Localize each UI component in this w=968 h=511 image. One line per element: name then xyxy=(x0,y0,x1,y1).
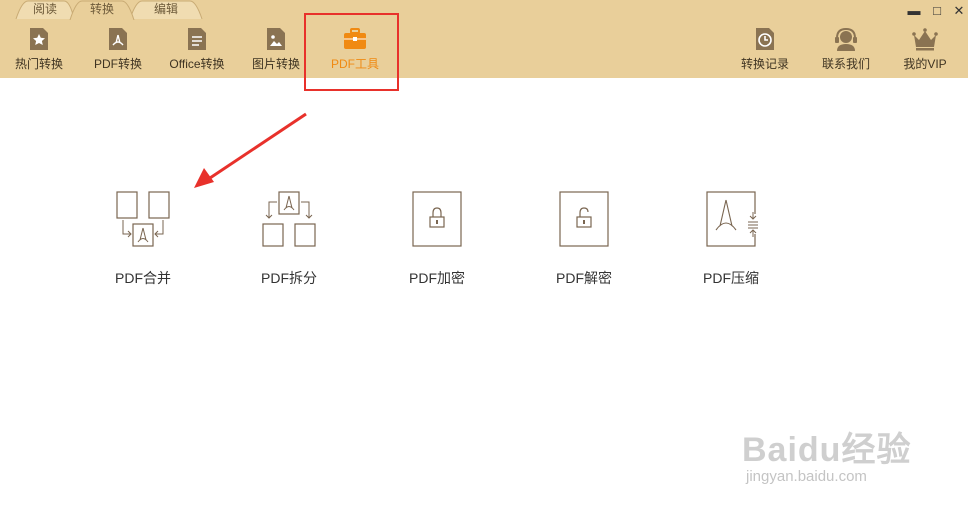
annotation-highlight-box xyxy=(304,13,399,91)
tab-read[interactable]: 阅读 xyxy=(14,0,76,19)
merge-pdf-icon xyxy=(116,191,170,247)
star-doc-icon xyxy=(30,28,48,50)
headset-icon xyxy=(835,27,857,51)
lock-pdf-icon xyxy=(412,191,462,247)
tab-convert[interactable]: 转换 xyxy=(68,0,136,20)
baidu-jingyan-watermark: Baidu经验 jingyan.baidu.com xyxy=(742,431,912,485)
compress-pdf-icon xyxy=(706,191,759,247)
close-button[interactable]: ✕ xyxy=(950,3,968,19)
feature-pdf-encrypt[interactable]: PDF加密 xyxy=(387,188,487,288)
office-doc-icon xyxy=(188,28,206,50)
tool-hot-convert[interactable]: 热门转换 xyxy=(5,26,73,72)
top-toolbar: 阅读 编辑 转换 ▬ □ ✕ 热门转换 PDF转换 Office转换 图片转换 … xyxy=(0,0,968,78)
tab-edit[interactable]: 编辑 xyxy=(128,0,204,19)
image-doc-icon xyxy=(267,28,285,50)
crown-icon xyxy=(912,28,938,51)
feature-pdf-split[interactable]: PDF拆分 xyxy=(239,188,339,288)
feature-pdf-compress[interactable]: PDF压缩 xyxy=(681,188,781,288)
split-pdf-icon xyxy=(262,191,316,247)
unlock-pdf-icon xyxy=(559,191,609,247)
maximize-button[interactable]: □ xyxy=(928,3,946,18)
tool-pdf-convert[interactable]: PDF转换 xyxy=(84,26,152,72)
tool-office-convert[interactable]: Office转换 xyxy=(163,26,231,72)
tool-my-vip[interactable]: 我的VIP xyxy=(891,26,959,72)
history-clock-icon xyxy=(756,28,774,50)
feature-pdf-decrypt[interactable]: PDF解密 xyxy=(534,188,634,288)
tab-strip: 阅读 编辑 转换 xyxy=(0,0,968,20)
tool-convert-history[interactable]: 转换记录 xyxy=(731,26,799,72)
tool-contact-us[interactable]: 联系我们 xyxy=(812,26,880,72)
tool-image-convert[interactable]: 图片转换 xyxy=(242,26,310,72)
pdf-doc-icon xyxy=(109,28,127,50)
minimize-button[interactable]: ▬ xyxy=(905,3,923,18)
feature-pdf-merge[interactable]: PDF合并 xyxy=(93,188,193,288)
